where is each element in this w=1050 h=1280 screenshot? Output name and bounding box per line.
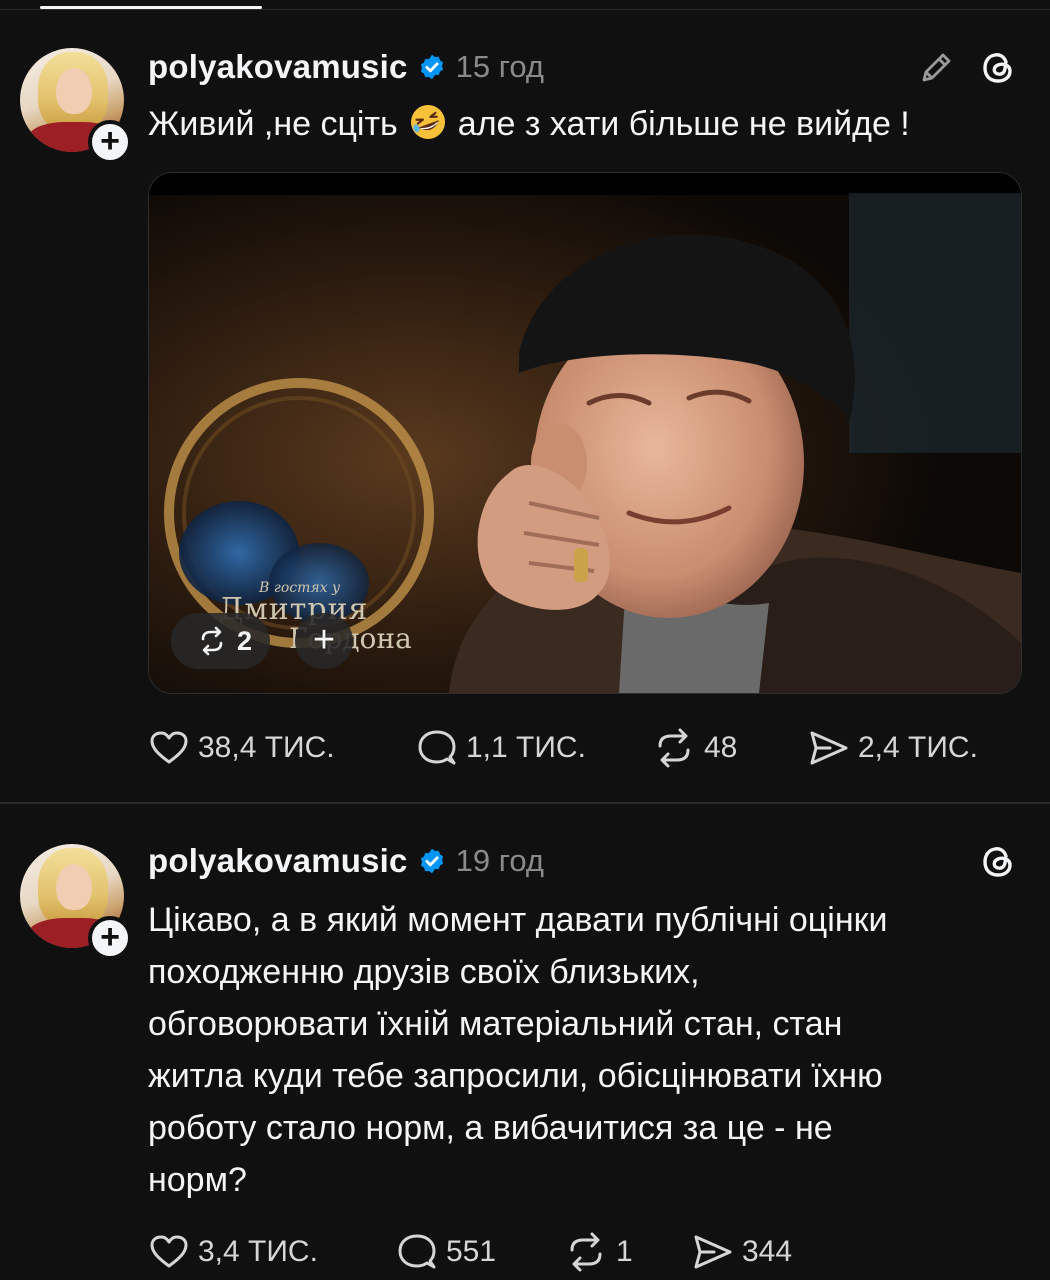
comment-icon (418, 730, 456, 765)
post-image[interactable]: В гостях у Дмитрия Гордона 2 + (148, 172, 1022, 694)
media-repost-count: 2 (237, 625, 253, 656)
reply-count: 551 (446, 1235, 497, 1268)
post-text: Живий ,не сціть але з хати більше не вий… (148, 98, 1018, 150)
repost-button[interactable]: 1 (564, 1231, 690, 1273)
post-time: 19 год (455, 843, 544, 878)
threads-logo-icon[interactable] (978, 48, 1018, 88)
media-repost-pill[interactable]: 2 (171, 613, 271, 669)
avatar[interactable]: + (20, 48, 132, 164)
verified-badge-icon (420, 54, 443, 80)
send-icon (694, 1235, 732, 1269)
post-actions: 3,4 ТИС. 551 1 344 (148, 1230, 792, 1274)
avatar[interactable]: + (20, 844, 132, 960)
repost-button[interactable]: 48 (652, 727, 806, 769)
username[interactable]: polyakovamusic (148, 48, 408, 86)
repost-count: 48 (704, 731, 738, 764)
rofl-emoji (410, 105, 445, 139)
plus-icon[interactable]: + (88, 916, 132, 960)
post-text-part1: Живий ,не сціть (148, 105, 398, 143)
plus-icon[interactable]: + (88, 120, 132, 164)
like-button[interactable]: 3,4 ТИС. (148, 1231, 396, 1273)
top-divider (0, 9, 1050, 10)
reply-count: 1,1 ТИС. (466, 731, 586, 764)
reply-button[interactable]: 551 (396, 1231, 564, 1273)
post-header: polyakovamusic 19 год (148, 840, 544, 882)
like-count: 38,4 ТИС. (198, 731, 335, 764)
verified-badge-icon (420, 848, 443, 874)
post-divider (0, 802, 1050, 804)
like-button[interactable]: 38,4 ТИС. (148, 727, 416, 769)
share-button[interactable]: 344 (690, 1231, 792, 1273)
post-header: polyakovamusic 15 год (148, 46, 544, 88)
post-text-part2: але з хати більше не вийде ! (457, 105, 910, 143)
plus-icon[interactable]: + (295, 613, 353, 669)
heart-icon (150, 1235, 188, 1268)
comment-icon (398, 1234, 436, 1269)
repost-icon (658, 728, 690, 768)
post-time: 15 год (455, 49, 544, 84)
post-text: Цікаво, а в який момент давати публічні … (148, 901, 888, 1199)
share-button[interactable]: 2,4 ТИС. (806, 727, 978, 769)
heart-icon (150, 731, 188, 764)
share-count: 2,4 ТИС. (858, 731, 978, 764)
repost-count: 1 (616, 1235, 633, 1268)
like-count: 3,4 ТИС. (198, 1235, 318, 1268)
pencil-icon[interactable] (916, 48, 956, 88)
username[interactable]: polyakovamusic (148, 842, 408, 880)
post: + polyakovamusic 19 год Цікаво, а в який… (0, 806, 1050, 1280)
repost-icon (201, 626, 223, 656)
threads-logo-icon[interactable] (978, 842, 1018, 882)
share-count: 344 (742, 1235, 793, 1268)
send-icon (810, 731, 848, 765)
post: + polyakovamusic 15 год Живий ,не сціть … (0, 22, 1050, 802)
reply-button[interactable]: 1,1 ТИС. (416, 727, 652, 769)
post-actions: 38,4 ТИС. 1,1 ТИС. 48 2,4 ТИС. (148, 726, 978, 770)
repost-icon (570, 1232, 602, 1272)
